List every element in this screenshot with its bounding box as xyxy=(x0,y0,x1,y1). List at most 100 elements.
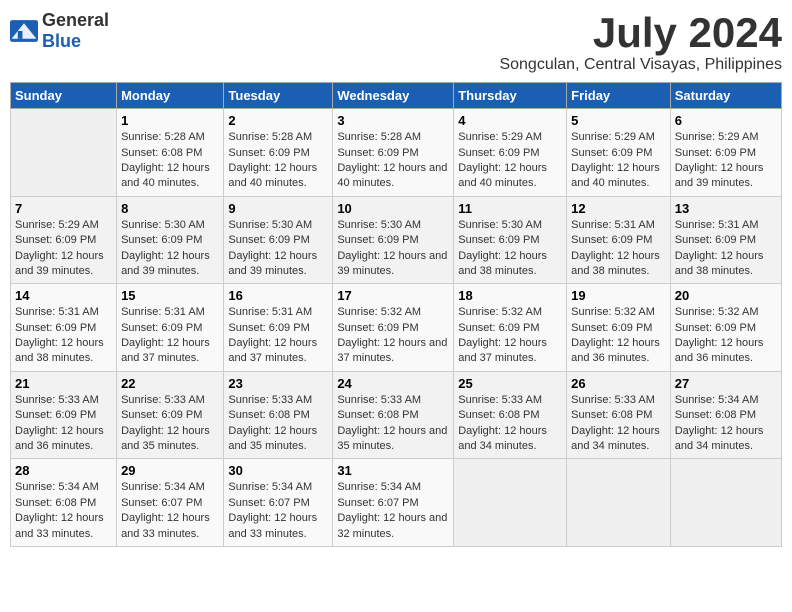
table-row: 13 Sunrise: 5:31 AM Sunset: 6:09 PM Dayl… xyxy=(670,196,781,284)
table-row xyxy=(567,459,671,547)
daylight-text: Daylight: 12 hours and 38 minutes. xyxy=(15,336,112,367)
table-row: 7 Sunrise: 5:29 AM Sunset: 6:09 PM Dayli… xyxy=(11,196,117,284)
day-info: Sunrise: 5:33 AM Sunset: 6:09 PM Dayligh… xyxy=(15,393,112,455)
sunset-text: Sunset: 6:09 PM xyxy=(228,321,328,336)
logo-icon xyxy=(10,20,38,42)
daylight-text: Daylight: 12 hours and 40 minutes. xyxy=(121,161,219,192)
day-number: 24 xyxy=(337,376,449,391)
daylight-text: Daylight: 12 hours and 38 minutes. xyxy=(571,249,666,280)
table-row: 5 Sunrise: 5:29 AM Sunset: 6:09 PM Dayli… xyxy=(567,109,671,197)
daylight-text: Daylight: 12 hours and 38 minutes. xyxy=(675,249,777,280)
header-monday: Monday xyxy=(117,83,224,109)
day-number: 27 xyxy=(675,376,777,391)
sunset-text: Sunset: 6:07 PM xyxy=(121,496,219,511)
table-row: 29 Sunrise: 5:34 AM Sunset: 6:07 PM Dayl… xyxy=(117,459,224,547)
sunset-text: Sunset: 6:09 PM xyxy=(15,233,112,248)
day-number: 5 xyxy=(571,113,666,128)
table-row: 28 Sunrise: 5:34 AM Sunset: 6:08 PM Dayl… xyxy=(11,459,117,547)
daylight-text: Daylight: 12 hours and 39 minutes. xyxy=(15,249,112,280)
sunrise-text: Sunrise: 5:33 AM xyxy=(337,393,449,408)
table-row: 8 Sunrise: 5:30 AM Sunset: 6:09 PM Dayli… xyxy=(117,196,224,284)
day-number: 4 xyxy=(458,113,562,128)
day-info: Sunrise: 5:30 AM Sunset: 6:09 PM Dayligh… xyxy=(337,218,449,280)
sunrise-text: Sunrise: 5:30 AM xyxy=(121,218,219,233)
sunset-text: Sunset: 6:09 PM xyxy=(458,146,562,161)
day-number: 6 xyxy=(675,113,777,128)
daylight-text: Daylight: 12 hours and 37 minutes. xyxy=(458,336,562,367)
sunset-text: Sunset: 6:09 PM xyxy=(337,146,449,161)
daylight-text: Daylight: 12 hours and 33 minutes. xyxy=(228,511,328,542)
day-number: 2 xyxy=(228,113,328,128)
table-row: 21 Sunrise: 5:33 AM Sunset: 6:09 PM Dayl… xyxy=(11,371,117,459)
table-row: 15 Sunrise: 5:31 AM Sunset: 6:09 PM Dayl… xyxy=(117,284,224,372)
header-tuesday: Tuesday xyxy=(224,83,333,109)
sunrise-text: Sunrise: 5:32 AM xyxy=(337,305,449,320)
sunset-text: Sunset: 6:09 PM xyxy=(458,321,562,336)
sunrise-text: Sunrise: 5:33 AM xyxy=(121,393,219,408)
day-number: 28 xyxy=(15,463,112,478)
table-row: 3 Sunrise: 5:28 AM Sunset: 6:09 PM Dayli… xyxy=(333,109,454,197)
daylight-text: Daylight: 12 hours and 39 minutes. xyxy=(675,161,777,192)
sunset-text: Sunset: 6:07 PM xyxy=(337,496,449,511)
sunrise-text: Sunrise: 5:32 AM xyxy=(675,305,777,320)
daylight-text: Daylight: 12 hours and 33 minutes. xyxy=(15,511,112,542)
day-info: Sunrise: 5:32 AM Sunset: 6:09 PM Dayligh… xyxy=(337,305,449,367)
calendar-week-row: 21 Sunrise: 5:33 AM Sunset: 6:09 PM Dayl… xyxy=(11,371,782,459)
calendar-week-row: 7 Sunrise: 5:29 AM Sunset: 6:09 PM Dayli… xyxy=(11,196,782,284)
daylight-text: Daylight: 12 hours and 39 minutes. xyxy=(337,249,449,280)
sunrise-text: Sunrise: 5:32 AM xyxy=(458,305,562,320)
sunset-text: Sunset: 6:08 PM xyxy=(15,496,112,511)
day-number: 7 xyxy=(15,201,112,216)
day-info: Sunrise: 5:32 AM Sunset: 6:09 PM Dayligh… xyxy=(458,305,562,367)
sunset-text: Sunset: 6:09 PM xyxy=(675,146,777,161)
day-number: 13 xyxy=(675,201,777,216)
daylight-text: Daylight: 12 hours and 37 minutes. xyxy=(337,336,449,367)
sunrise-text: Sunrise: 5:30 AM xyxy=(228,218,328,233)
table-row: 30 Sunrise: 5:34 AM Sunset: 6:07 PM Dayl… xyxy=(224,459,333,547)
table-row: 31 Sunrise: 5:34 AM Sunset: 6:07 PM Dayl… xyxy=(333,459,454,547)
day-number: 21 xyxy=(15,376,112,391)
table-row: 16 Sunrise: 5:31 AM Sunset: 6:09 PM Dayl… xyxy=(224,284,333,372)
sunset-text: Sunset: 6:09 PM xyxy=(121,408,219,423)
daylight-text: Daylight: 12 hours and 33 minutes. xyxy=(121,511,219,542)
table-row: 14 Sunrise: 5:31 AM Sunset: 6:09 PM Dayl… xyxy=(11,284,117,372)
day-info: Sunrise: 5:28 AM Sunset: 6:09 PM Dayligh… xyxy=(228,130,328,192)
day-info: Sunrise: 5:33 AM Sunset: 6:09 PM Dayligh… xyxy=(121,393,219,455)
day-info: Sunrise: 5:30 AM Sunset: 6:09 PM Dayligh… xyxy=(458,218,562,280)
day-info: Sunrise: 5:28 AM Sunset: 6:08 PM Dayligh… xyxy=(121,130,219,192)
sunset-text: Sunset: 6:08 PM xyxy=(337,408,449,423)
sunset-text: Sunset: 6:08 PM xyxy=(675,408,777,423)
daylight-text: Daylight: 12 hours and 40 minutes. xyxy=(571,161,666,192)
day-number: 20 xyxy=(675,288,777,303)
sunrise-text: Sunrise: 5:33 AM xyxy=(228,393,328,408)
sunrise-text: Sunrise: 5:28 AM xyxy=(228,130,328,145)
sunrise-text: Sunrise: 5:30 AM xyxy=(458,218,562,233)
daylight-text: Daylight: 12 hours and 37 minutes. xyxy=(228,336,328,367)
table-row: 22 Sunrise: 5:33 AM Sunset: 6:09 PM Dayl… xyxy=(117,371,224,459)
day-info: Sunrise: 5:32 AM Sunset: 6:09 PM Dayligh… xyxy=(675,305,777,367)
table-row: 11 Sunrise: 5:30 AM Sunset: 6:09 PM Dayl… xyxy=(454,196,567,284)
sunrise-text: Sunrise: 5:31 AM xyxy=(228,305,328,320)
day-number: 29 xyxy=(121,463,219,478)
day-number: 8 xyxy=(121,201,219,216)
table-row: 19 Sunrise: 5:32 AM Sunset: 6:09 PM Dayl… xyxy=(567,284,671,372)
sunset-text: Sunset: 6:09 PM xyxy=(675,321,777,336)
daylight-text: Daylight: 12 hours and 37 minutes. xyxy=(121,336,219,367)
table-row: 6 Sunrise: 5:29 AM Sunset: 6:09 PM Dayli… xyxy=(670,109,781,197)
day-info: Sunrise: 5:30 AM Sunset: 6:09 PM Dayligh… xyxy=(121,218,219,280)
calendar-week-row: 28 Sunrise: 5:34 AM Sunset: 6:08 PM Dayl… xyxy=(11,459,782,547)
table-row: 24 Sunrise: 5:33 AM Sunset: 6:08 PM Dayl… xyxy=(333,371,454,459)
day-info: Sunrise: 5:31 AM Sunset: 6:09 PM Dayligh… xyxy=(15,305,112,367)
day-info: Sunrise: 5:34 AM Sunset: 6:08 PM Dayligh… xyxy=(675,393,777,455)
table-row: 23 Sunrise: 5:33 AM Sunset: 6:08 PM Dayl… xyxy=(224,371,333,459)
header-saturday: Saturday xyxy=(670,83,781,109)
header-friday: Friday xyxy=(567,83,671,109)
day-number: 9 xyxy=(228,201,328,216)
day-info: Sunrise: 5:33 AM Sunset: 6:08 PM Dayligh… xyxy=(571,393,666,455)
daylight-text: Daylight: 12 hours and 40 minutes. xyxy=(228,161,328,192)
sunrise-text: Sunrise: 5:31 AM xyxy=(571,218,666,233)
day-number: 22 xyxy=(121,376,219,391)
header-wednesday: Wednesday xyxy=(333,83,454,109)
sunrise-text: Sunrise: 5:33 AM xyxy=(15,393,112,408)
table-row xyxy=(670,459,781,547)
